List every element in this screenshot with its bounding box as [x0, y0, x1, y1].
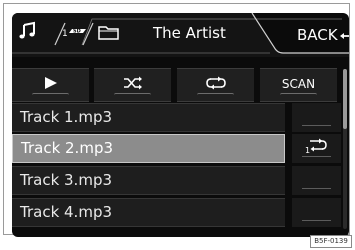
track-name: Track 2.mp3	[21, 139, 114, 157]
play-icon	[44, 77, 57, 89]
figure-frame: 1 SD The Artist BACK SCAN Track 1.mp3 Tr…	[3, 3, 350, 237]
scan-button[interactable]: SCAN	[260, 68, 337, 102]
track-name: Track 3.mp3	[20, 171, 113, 189]
reference-code: B5F-0139	[310, 235, 352, 248]
svg-text:1: 1	[305, 146, 310, 154]
track-row-2[interactable]: Track 2.mp3	[12, 134, 285, 163]
repeat-icon	[205, 76, 226, 90]
track-row-4[interactable]: Track 4.mp3	[12, 198, 285, 227]
track-name: Track 4.mp3	[20, 203, 113, 221]
side-button-1[interactable]	[292, 103, 341, 132]
track-name: Track 1.mp3	[20, 108, 113, 126]
play-button[interactable]	[12, 68, 89, 102]
track-row-1[interactable]: Track 1.mp3	[12, 103, 285, 132]
scrollbar[interactable]	[343, 69, 347, 229]
svg-text:1: 1	[62, 29, 68, 39]
side-button-3[interactable]	[292, 166, 341, 195]
infotainment-screen: 1 SD The Artist BACK SCAN Track 1.mp3 Tr…	[12, 13, 349, 237]
side-button-4[interactable]	[292, 198, 341, 227]
shuffle-icon	[123, 76, 142, 90]
scan-label: SCAN	[281, 77, 316, 91]
tab-bar: 1 SD The Artist BACK	[12, 13, 349, 57]
back-button[interactable]: BACK	[297, 26, 338, 44]
track-row-3[interactable]: Track 3.mp3	[12, 166, 285, 195]
repeat-one-icon: 1	[305, 138, 327, 154]
folder-title: The Artist	[153, 24, 226, 42]
repeat-button[interactable]	[177, 68, 254, 102]
scroll-thumb[interactable]	[343, 69, 347, 129]
svg-text:SD: SD	[73, 29, 81, 35]
repeat-track-button[interactable]: 1	[292, 134, 341, 163]
shuffle-button[interactable]	[94, 68, 171, 102]
control-row: SCAN	[12, 68, 349, 106]
